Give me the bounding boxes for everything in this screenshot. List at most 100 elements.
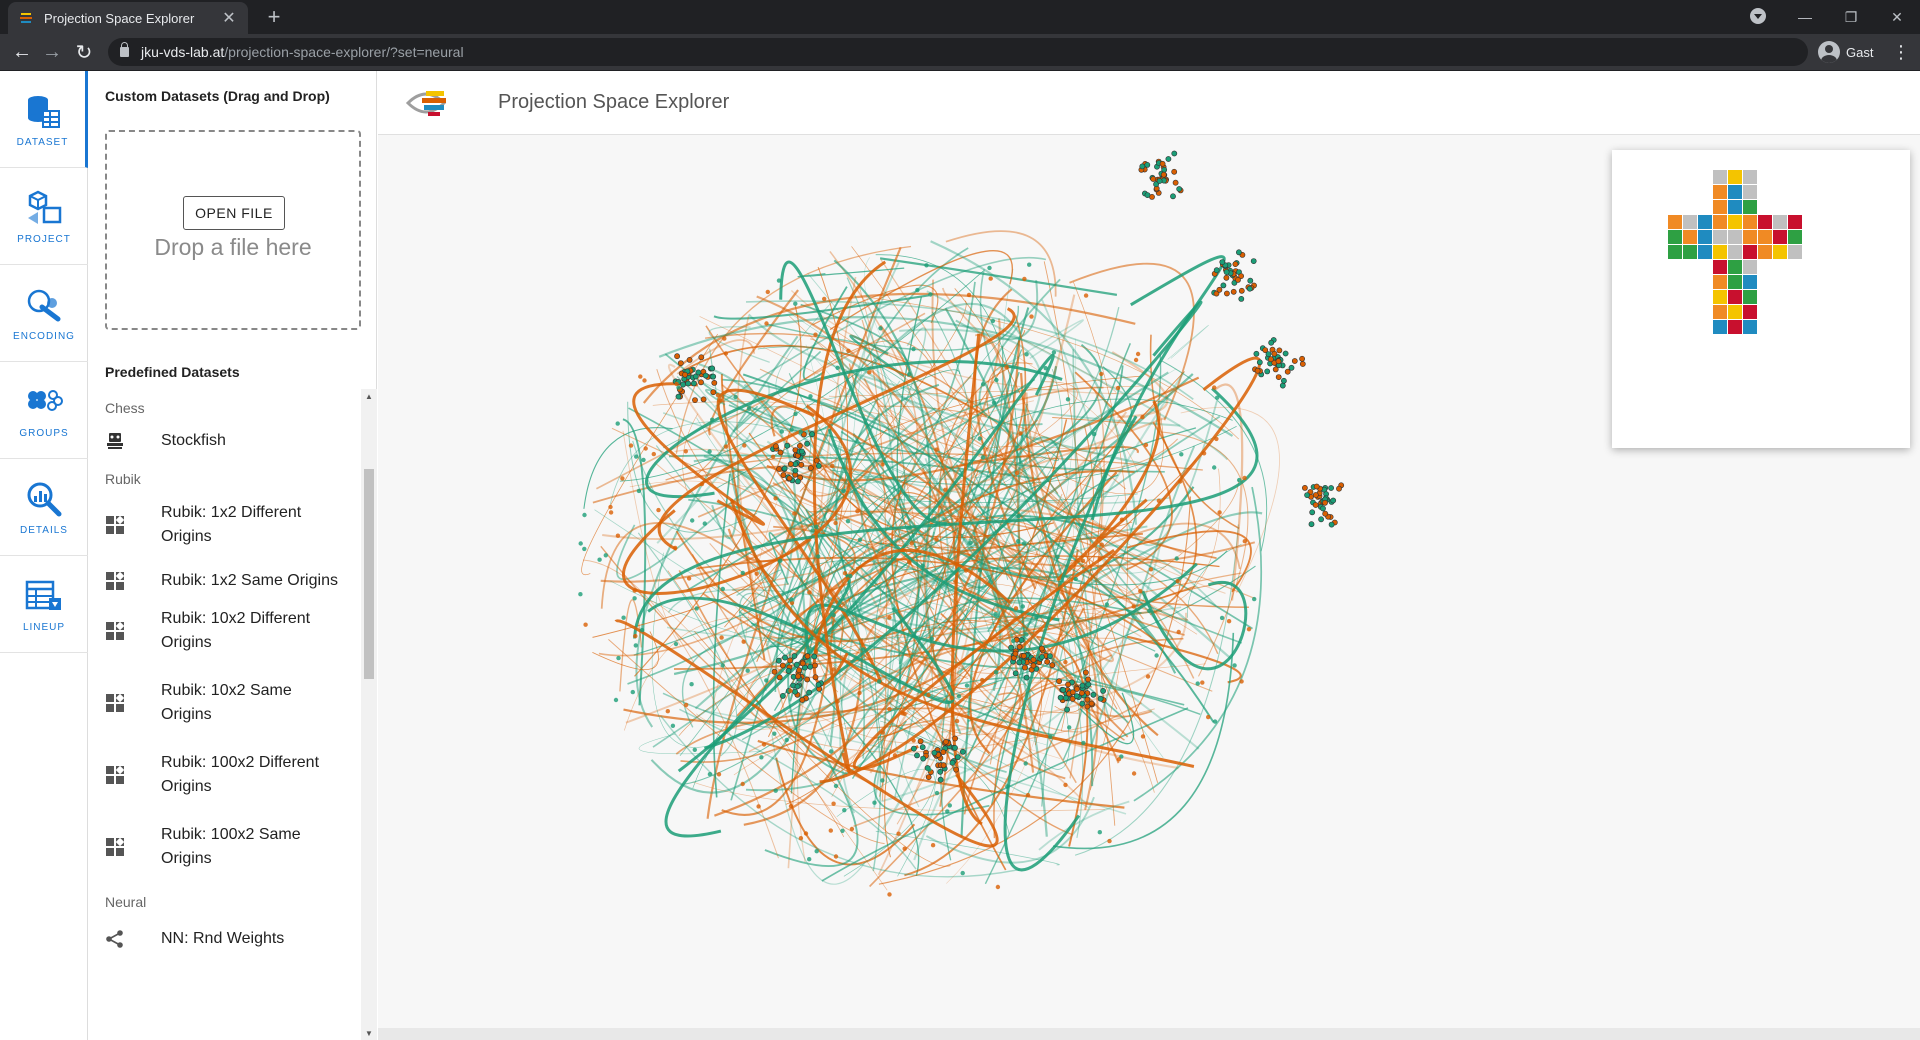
state-point[interactable] bbox=[1067, 725, 1072, 730]
state-point[interactable] bbox=[1200, 680, 1205, 685]
state-point[interactable] bbox=[1238, 295, 1245, 302]
state-point[interactable] bbox=[1079, 690, 1085, 696]
state-point[interactable] bbox=[798, 836, 804, 841]
state-point[interactable] bbox=[1099, 371, 1104, 377]
state-point[interactable] bbox=[1081, 740, 1086, 746]
state-point[interactable] bbox=[608, 504, 613, 510]
state-point[interactable] bbox=[794, 683, 801, 690]
list-item-rubik-100x2-same[interactable]: Rubik: 100x2 Same Origins bbox=[105, 819, 355, 875]
state-point[interactable] bbox=[1038, 645, 1045, 652]
state-point[interactable] bbox=[772, 443, 779, 450]
state-point[interactable] bbox=[949, 695, 955, 701]
state-point[interactable] bbox=[1011, 638, 1016, 644]
state-point[interactable] bbox=[952, 735, 958, 742]
state-point[interactable] bbox=[608, 510, 614, 515]
state-point[interactable] bbox=[861, 647, 866, 652]
plot-scrollbar[interactable] bbox=[378, 1028, 1920, 1040]
state-point[interactable] bbox=[842, 808, 847, 813]
state-point[interactable] bbox=[771, 668, 778, 675]
state-point[interactable] bbox=[1119, 517, 1125, 522]
state-point[interactable] bbox=[1023, 674, 1030, 681]
state-point[interactable] bbox=[842, 571, 848, 576]
state-point[interactable] bbox=[776, 674, 783, 681]
sidebar-item-groups[interactable]: GROUPS bbox=[0, 362, 88, 459]
state-point[interactable] bbox=[792, 511, 797, 516]
state-point[interactable] bbox=[980, 455, 986, 460]
state-point[interactable] bbox=[1139, 163, 1146, 170]
state-point[interactable] bbox=[764, 678, 769, 683]
state-point[interactable] bbox=[954, 754, 961, 760]
state-point[interactable] bbox=[682, 371, 688, 378]
state-point[interactable] bbox=[907, 559, 912, 565]
state-point[interactable] bbox=[702, 372, 709, 379]
state-point[interactable] bbox=[1172, 179, 1179, 186]
state-point[interactable] bbox=[1214, 436, 1219, 442]
state-point[interactable] bbox=[793, 411, 798, 417]
state-point[interactable] bbox=[887, 615, 892, 620]
state-point[interactable] bbox=[1223, 274, 1230, 281]
state-point[interactable] bbox=[880, 730, 885, 735]
state-point[interactable] bbox=[880, 462, 885, 467]
state-point[interactable] bbox=[746, 406, 752, 411]
state-point[interactable] bbox=[953, 766, 959, 773]
state-point[interactable] bbox=[1242, 475, 1247, 481]
state-point[interactable] bbox=[1219, 615, 1225, 621]
state-point[interactable] bbox=[949, 759, 956, 766]
state-point[interactable] bbox=[977, 568, 982, 573]
state-point[interactable] bbox=[770, 454, 776, 459]
state-point[interactable] bbox=[980, 677, 985, 683]
state-point[interactable] bbox=[845, 519, 851, 524]
state-point[interactable] bbox=[931, 749, 938, 756]
state-point[interactable] bbox=[630, 689, 635, 695]
state-point[interactable] bbox=[613, 697, 619, 703]
state-point[interactable] bbox=[723, 444, 729, 449]
reload-button[interactable]: ↻ bbox=[72, 40, 96, 64]
state-point[interactable] bbox=[719, 635, 724, 640]
state-point[interactable] bbox=[1085, 676, 1091, 683]
state-point[interactable] bbox=[789, 597, 794, 602]
state-point[interactable] bbox=[578, 592, 583, 597]
state-point[interactable] bbox=[1049, 662, 1056, 669]
state-point[interactable] bbox=[1013, 606, 1019, 611]
open-file-button[interactable]: OPEN FILE bbox=[183, 196, 285, 230]
state-point[interactable] bbox=[1213, 267, 1220, 274]
dataset-list-scrollbar[interactable]: ▲ ▼ bbox=[361, 389, 377, 1040]
state-point[interactable] bbox=[700, 396, 707, 403]
state-point[interactable] bbox=[710, 373, 717, 380]
state-point[interactable] bbox=[1171, 168, 1178, 175]
state-point[interactable] bbox=[857, 537, 863, 542]
state-point[interactable] bbox=[686, 576, 692, 581]
state-point[interactable] bbox=[1242, 539, 1247, 544]
state-point[interactable] bbox=[791, 653, 798, 659]
state-point[interactable] bbox=[695, 369, 702, 376]
state-point[interactable] bbox=[710, 417, 715, 422]
state-point[interactable] bbox=[1238, 287, 1245, 294]
state-point[interactable] bbox=[887, 892, 892, 897]
state-point[interactable] bbox=[718, 398, 723, 403]
state-point[interactable] bbox=[715, 392, 721, 398]
state-point[interactable] bbox=[793, 661, 800, 668]
state-point[interactable] bbox=[1097, 695, 1104, 702]
state-point[interactable] bbox=[1239, 679, 1244, 684]
state-point[interactable] bbox=[741, 639, 746, 644]
state-point[interactable] bbox=[775, 657, 782, 664]
state-point[interactable] bbox=[683, 449, 688, 454]
state-point[interactable] bbox=[1144, 192, 1151, 198]
state-point[interactable] bbox=[707, 449, 712, 454]
state-point[interactable] bbox=[1265, 351, 1272, 357]
state-point[interactable] bbox=[1016, 659, 1023, 666]
state-point[interactable] bbox=[855, 509, 860, 514]
state-point[interactable] bbox=[781, 465, 788, 472]
state-point[interactable] bbox=[807, 465, 814, 471]
state-point[interactable] bbox=[804, 653, 811, 660]
state-point[interactable] bbox=[709, 365, 716, 372]
state-point[interactable] bbox=[603, 553, 608, 558]
state-point[interactable] bbox=[991, 400, 997, 405]
state-point[interactable] bbox=[840, 828, 845, 833]
state-point[interactable] bbox=[940, 762, 947, 769]
state-point[interactable] bbox=[813, 332, 818, 337]
list-item-rubik-10x2-different[interactable]: Rubik: 10x2 Different Origins bbox=[105, 603, 355, 659]
state-point[interactable] bbox=[1079, 700, 1086, 707]
state-point[interactable] bbox=[954, 718, 960, 724]
state-point[interactable] bbox=[673, 641, 679, 647]
